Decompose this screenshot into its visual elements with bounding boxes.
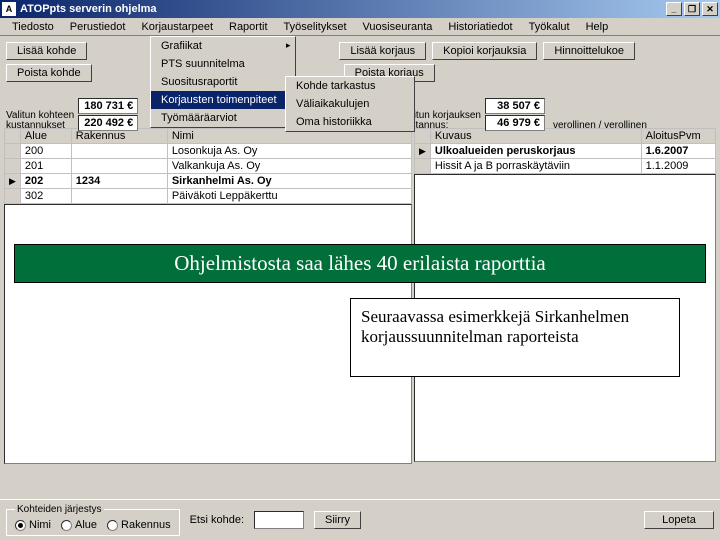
close-button[interactable]: ✕ [702, 2, 718, 16]
menu-item-kohde-tarkastus[interactable]: Kohde tarkastus [286, 77, 414, 95]
menu-help[interactable]: Help [578, 19, 617, 35]
green-banner: Ohjelmistosta saa lähes 40 erilaista rap… [14, 244, 706, 283]
reports-submenu-2: Kohde tarkastus Väliaikakulujen Oma hist… [285, 76, 415, 132]
menu-item-suositus[interactable]: Suositusraportit [151, 73, 295, 91]
right-cost-suffix: verollinen / verollinen [553, 121, 647, 131]
add-target-button[interactable]: Lisää kohde [6, 42, 87, 60]
menu-item-tyomaara[interactable]: Työmääräarviot [151, 109, 295, 127]
remove-target-button[interactable]: Poista kohde [6, 64, 92, 82]
menu-tyokalut[interactable]: Työkalut [521, 19, 578, 35]
menu-tyoselitykset[interactable]: Työselitykset [276, 19, 355, 35]
targets-table[interactable]: Alue Rakennus Nimi 200Losonkuja As. Oy 2… [4, 128, 412, 204]
white-annotation-box: Seuraavassa esimerkkejä Sirkanhelmen kor… [350, 298, 680, 377]
menubar: Tiedosto Perustiedot Korjaustarpeet Rapo… [0, 18, 720, 36]
menu-raportit[interactable]: Raportit [221, 19, 276, 35]
left-cost-value-1: 180 731 € [78, 98, 138, 114]
menu-item-korjausten[interactable]: Korjausten toimenpiteet [151, 91, 295, 109]
menu-korjaustarpeet[interactable]: Korjaustarpeet [133, 19, 221, 35]
menu-historiatiedot[interactable]: Historiatiedot [440, 19, 520, 35]
radio-alue[interactable]: Alue [61, 519, 97, 531]
repairs-table[interactable]: Kuvaus AloitusPvm ▶Ulkoalueiden peruskor… [414, 128, 716, 174]
minimize-button[interactable]: _ [666, 2, 682, 16]
menu-perustiedot[interactable]: Perustiedot [62, 19, 134, 35]
add-repair-button[interactable]: Lisää korjaus [339, 42, 426, 60]
search-go-button[interactable]: Siirry [314, 511, 361, 529]
table-row[interactable]: 201Valkankuja As. Oy [5, 159, 412, 174]
table-row[interactable]: Hissit A ja B porraskäytäviin1.1.2009 [415, 159, 716, 174]
reports-submenu: Grafiikat PTS suunnitelma Suositusraport… [150, 36, 296, 128]
quit-button[interactable]: Lopeta [644, 511, 714, 529]
menu-item-pts[interactable]: PTS suunnitelma [151, 55, 295, 73]
window-title: ATOPpts serverin ohjelma [20, 3, 157, 15]
menu-item-oma-hist[interactable]: Oma historiikka [286, 113, 414, 131]
menu-tiedosto[interactable]: Tiedosto [4, 19, 62, 35]
app-icon: A [2, 2, 16, 16]
menu-item-valiaika[interactable]: Väliaikakulujen [286, 95, 414, 113]
right-cost-value-1: 38 507 € [485, 98, 545, 114]
right-cost-value-2: 46 979 € [485, 115, 545, 131]
col-aloituspvm[interactable]: AloitusPvm [641, 129, 715, 144]
sort-order-label: Kohteiden järjestys [15, 504, 104, 515]
table-row[interactable]: ▶Ulkoalueiden peruskorjaus1.6.2007 [415, 144, 716, 159]
pricing-test-button[interactable]: Hinnoittelukoe [543, 42, 635, 60]
search-input[interactable] [254, 511, 304, 529]
table-row[interactable]: 302Päiväkoti Leppäkerttu [5, 189, 412, 204]
maximize-button[interactable]: ❐ [684, 2, 700, 16]
radio-nimi[interactable]: Nimi [15, 519, 51, 531]
menu-item-grafiikat[interactable]: Grafiikat [151, 37, 295, 55]
bottom-bar: Kohteiden järjestys Nimi Alue Rakennus E… [0, 499, 720, 540]
titlebar: A ATOPpts serverin ohjelma _ ❐ ✕ [0, 0, 720, 18]
table-row[interactable]: ▶2021234Sirkanhelmi As. Oy [5, 174, 412, 189]
radio-rakennus[interactable]: Rakennus [107, 519, 171, 531]
left-cost-value-2: 220 492 € [78, 115, 138, 131]
menu-vuosiseuranta[interactable]: Vuosiseuranta [355, 19, 441, 35]
table-row[interactable]: 200Losonkuja As. Oy [5, 144, 412, 159]
left-cost-label: Valitun kohteen kustannukset [6, 111, 74, 131]
copy-repairs-button[interactable]: Kopioi korjauksia [432, 42, 537, 60]
search-label: Etsi kohde: [190, 514, 244, 526]
sort-order-group: Kohteiden järjestys Nimi Alue Rakennus [6, 504, 180, 536]
